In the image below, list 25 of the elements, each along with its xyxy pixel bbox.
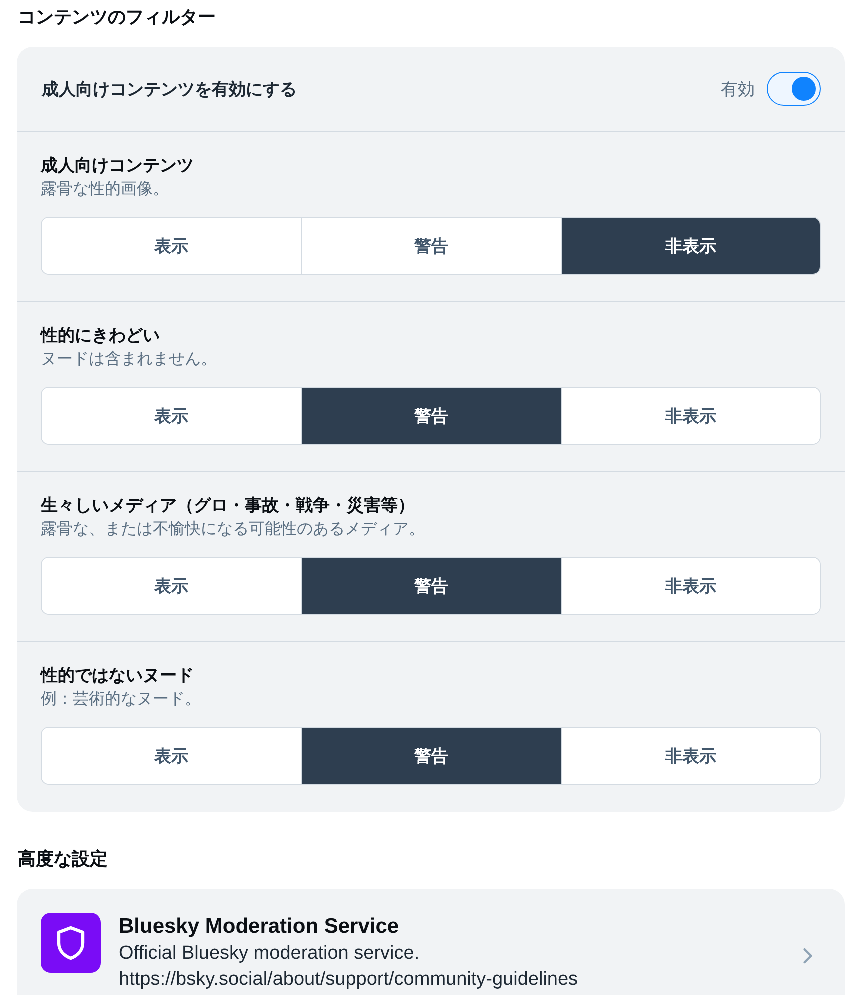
category-title: 生々しいメディア（グロ・事故・戦争・災害等） — [41, 495, 416, 517]
segment-button[interactable]: 警告 — [301, 558, 561, 614]
toggle-state-label: 有効 — [721, 78, 755, 100]
segment-button[interactable]: 非表示 — [560, 728, 820, 784]
service-card[interactable]: Bluesky Moderation Service Official Bluesky moderation service. https://bsky.social/about/support/community-guidelines — [17, 889, 845, 995]
category-title: 成人向けコンテンツ — [41, 155, 195, 177]
category-title: 性的にきわどい — [41, 325, 161, 347]
category-description: ヌードは含まれません。 — [41, 350, 218, 370]
category-description: 露骨な性的画像。 — [41, 180, 170, 200]
segment-button[interactable]: 非表示 — [560, 388, 820, 444]
segment-button[interactable]: 非表示 — [560, 218, 820, 274]
category-title: 性的ではないヌード — [41, 665, 195, 687]
service-description: Official Bluesky moderation service. — [119, 942, 421, 966]
segment-button[interactable]: 警告 — [301, 728, 561, 784]
category-description: 露骨な、または不愉快になる可能性のあるメディア。 — [41, 520, 426, 540]
category-description: 例：芸術的なヌード。 — [41, 690, 202, 710]
section-heading: 高度な設定 — [18, 848, 108, 871]
setting-label: 成人向けコンテンツを有効にする — [42, 78, 297, 100]
service-name: Bluesky Moderation Service — [119, 914, 400, 940]
segment-button[interactable]: 非表示 — [560, 558, 820, 614]
service-url: https://bsky.social/about/support/community-guidelines — [119, 968, 580, 992]
section-heading: コンテンツのフィルター — [18, 6, 216, 29]
segment-button[interactable]: 警告 — [301, 388, 561, 444]
shield-icon — [41, 913, 101, 973]
toggle-switch[interactable] — [767, 72, 821, 106]
